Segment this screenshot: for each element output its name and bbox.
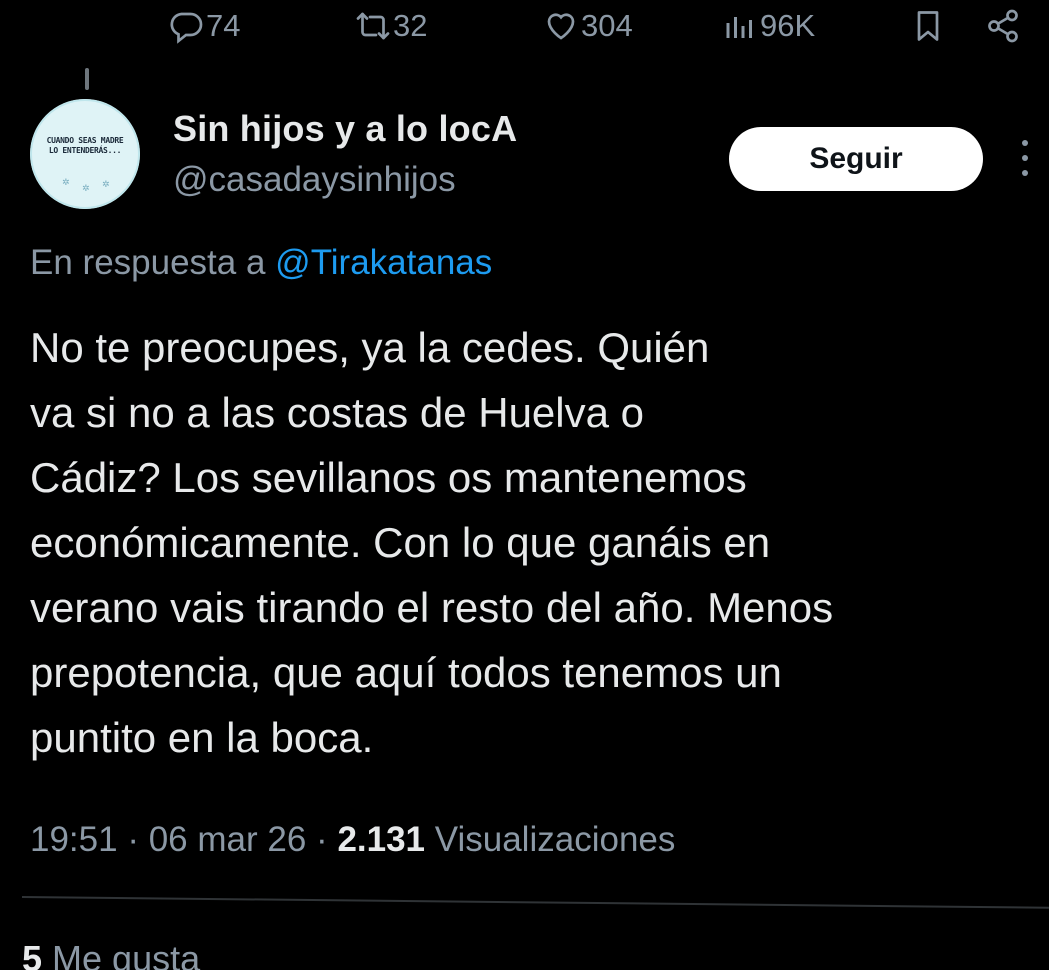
reply-action[interactable]: 74 [168, 8, 240, 44]
tweet-action-bar: 74 32 304 96K [0, 8, 1049, 58]
avatar-text: CUANDO SEAS MADRE LO ENTENDERÁS... [30, 136, 140, 156]
likes-summary[interactable]: 5 Me gusta [22, 938, 200, 970]
likes-summary-count: 5 [22, 938, 43, 970]
tweet-date[interactable]: 06 mar 26 [149, 820, 307, 859]
thread-connector-line [85, 68, 89, 90]
tweet-views-count: 2.131 [337, 820, 426, 859]
reply-context: En respuesta a @Tirakatanas [30, 243, 492, 283]
tweet-metadata: 19:51 · 06 mar 26 · 2.131 Visualizacione… [30, 820, 675, 860]
reply-icon [170, 12, 203, 44]
reply-context-prefix: En respuesta a [30, 243, 266, 282]
tweet-text-line: Cádiz? Los sevillanos os mantenemos [30, 454, 747, 501]
tweet-detail-view: 74 32 304 96K CUANDO SEAS MADRE LO ENTEN… [0, 0, 1049, 970]
tweet-text-line: puntito en la boca. [30, 714, 374, 761]
like-action[interactable]: 304 [543, 8, 633, 44]
retweet-count: 32 [393, 8, 428, 43]
avatar-decoration-icon: ✲ [82, 183, 90, 193]
tweet-text-line: va si no a las costas de Huelva o [30, 389, 645, 436]
retweet-icon [356, 12, 390, 40]
more-options-icon[interactable] [1015, 140, 1035, 182]
tweet-text-line: prepotencia, que aquí todos tenemos un [30, 649, 782, 696]
avatar-decoration-icon: ✲ [62, 177, 70, 187]
author-display-name[interactable]: Sin hijos y a lo locA [173, 108, 517, 150]
tweet-time[interactable]: 19:51 [30, 820, 118, 859]
divider [21, 896, 1049, 909]
bookmark-icon [917, 11, 939, 41]
heart-icon [547, 13, 575, 40]
views-action[interactable]: 96K [722, 8, 815, 44]
avatar-text-line-1: CUANDO SEAS MADRE [46, 136, 124, 145]
share-action[interactable] [985, 8, 1021, 44]
meta-separator: · [127, 820, 139, 859]
meta-separator: · [316, 820, 328, 859]
follow-button[interactable]: Seguir [729, 127, 983, 191]
tweet-views-label: Visualizaciones [434, 820, 676, 859]
tweet-text-line: económicamente. Con lo que ganáis en [30, 519, 771, 566]
tweet-text-line: No te preocupes, ya la cedes. Quién [30, 324, 710, 371]
analytics-icon [726, 17, 752, 38]
reply-mention-link[interactable]: @Tirakatanas [275, 243, 492, 282]
tweet-text: No te preocupes, ya la cedes. Quién va s… [30, 315, 1030, 770]
likes-summary-label: Me gusta [52, 938, 201, 970]
bookmark-action[interactable] [910, 8, 946, 44]
avatar-decoration-icon: ✲ [102, 179, 110, 189]
tweet-text-line: verano vais tirando el resto del año. Me… [30, 584, 834, 631]
views-count: 96K [760, 8, 816, 43]
avatar-text-line-2: LO ENTENDERÁS... [48, 146, 122, 155]
share-icon [988, 9, 1018, 43]
author-handle[interactable]: @casadaysinhijos [173, 160, 456, 200]
reply-count: 74 [206, 8, 241, 43]
avatar[interactable]: CUANDO SEAS MADRE LO ENTENDERÁS... ✲ ✲ ✲ [30, 99, 140, 209]
like-count: 304 [581, 8, 633, 43]
retweet-action[interactable]: 32 [355, 8, 427, 44]
